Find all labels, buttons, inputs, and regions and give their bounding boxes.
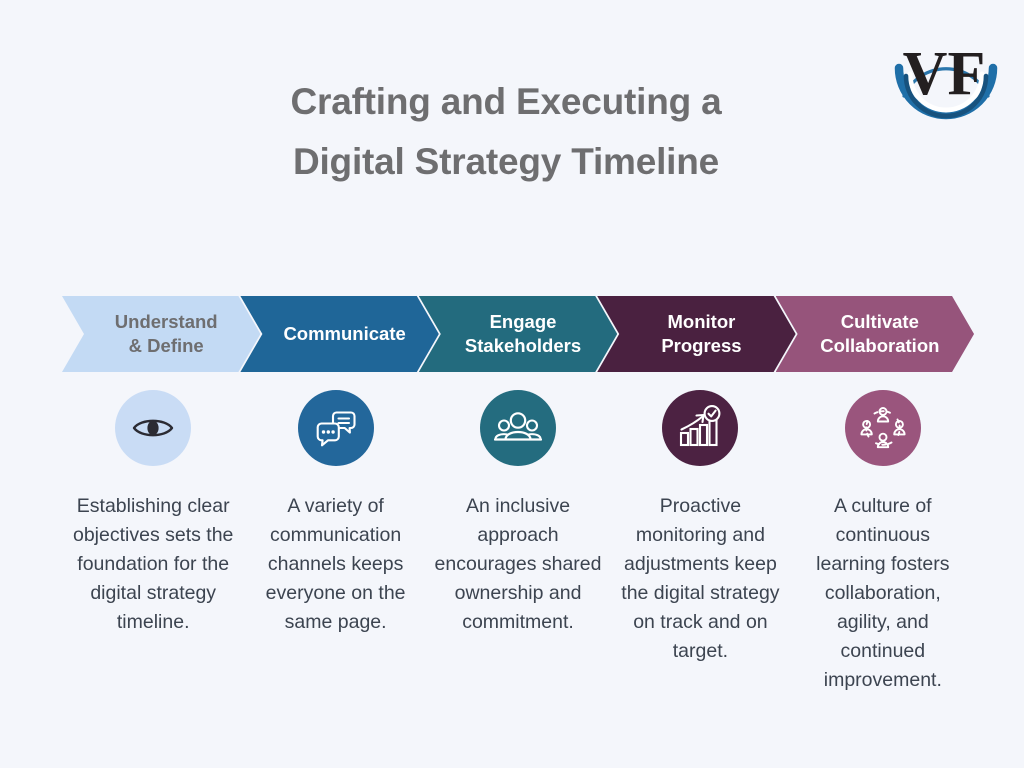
timeline-column-5-description: A culture of continuous learning fosters… — [816, 495, 950, 692]
timeline-column-1-description: Establishing clear objectives sets the f… — [72, 495, 234, 634]
chevron-step-5-label: Cultivate Collaboration — [820, 310, 940, 356]
bar-chart-check-icon — [680, 405, 721, 447]
collaboration-network-icon-circle — [844, 390, 921, 466]
speech-bubbles-icon-circle — [297, 390, 374, 466]
timeline-column-1: Establishing clear objectives sets the f… — [62, 390, 244, 695]
timeline-column-3: An inclusive approach encourages shared … — [427, 390, 609, 695]
chevron-step-5[interactable]: Cultivate Collaboration — [776, 296, 974, 372]
page-title-line-2: Digital Strategy Timeline — [292, 140, 720, 182]
speech-bubbles-icon — [316, 411, 356, 447]
chevron-step-4-label: Monitor Progress — [661, 310, 742, 356]
timeline-chevron-band: Understand & Define Communicate Engage S… — [62, 296, 974, 372]
page-title: Crafting and Executing a Digital Strateg… — [0, 72, 1024, 192]
timeline-column-4: Proactive monitoring and adjustments kee… — [609, 390, 791, 695]
chevron-step-1[interactable]: Understand & Define — [62, 296, 260, 372]
chevron-step-2[interactable]: Communicate — [240, 296, 438, 372]
bar-chart-check-icon-circle — [662, 390, 739, 466]
timeline-columns: Establishing clear objectives sets the f… — [62, 390, 974, 695]
collaboration-network-icon — [860, 407, 906, 449]
eye-icon — [133, 419, 174, 437]
timeline-column-2: A variety of communication channels keep… — [244, 390, 426, 695]
people-group-icon — [494, 412, 543, 441]
chevron-step-1-label: Understand & Define — [114, 310, 218, 356]
eye-icon-circle — [115, 390, 192, 466]
people-group-icon-circle — [480, 390, 557, 466]
timeline-column-2-description: A variety of communication channels keep… — [265, 495, 406, 634]
chevron-step-4[interactable]: Monitor Progress — [597, 296, 795, 372]
timeline-column-4-description: Proactive monitoring and adjustments kee… — [621, 495, 780, 663]
chevron-step-3[interactable]: Engage Stakeholders — [419, 296, 617, 372]
timeline-column-5: A culture of continuous learning fosters… — [792, 390, 974, 695]
chevron-step-2-label: Communicate — [283, 322, 406, 344]
page-title-line-1: Crafting and Executing a — [290, 81, 722, 122]
chevron-step-3-label: Engage Stakeholders — [464, 310, 582, 356]
timeline-column-3-description: An inclusive approach encourages shared … — [434, 495, 602, 634]
